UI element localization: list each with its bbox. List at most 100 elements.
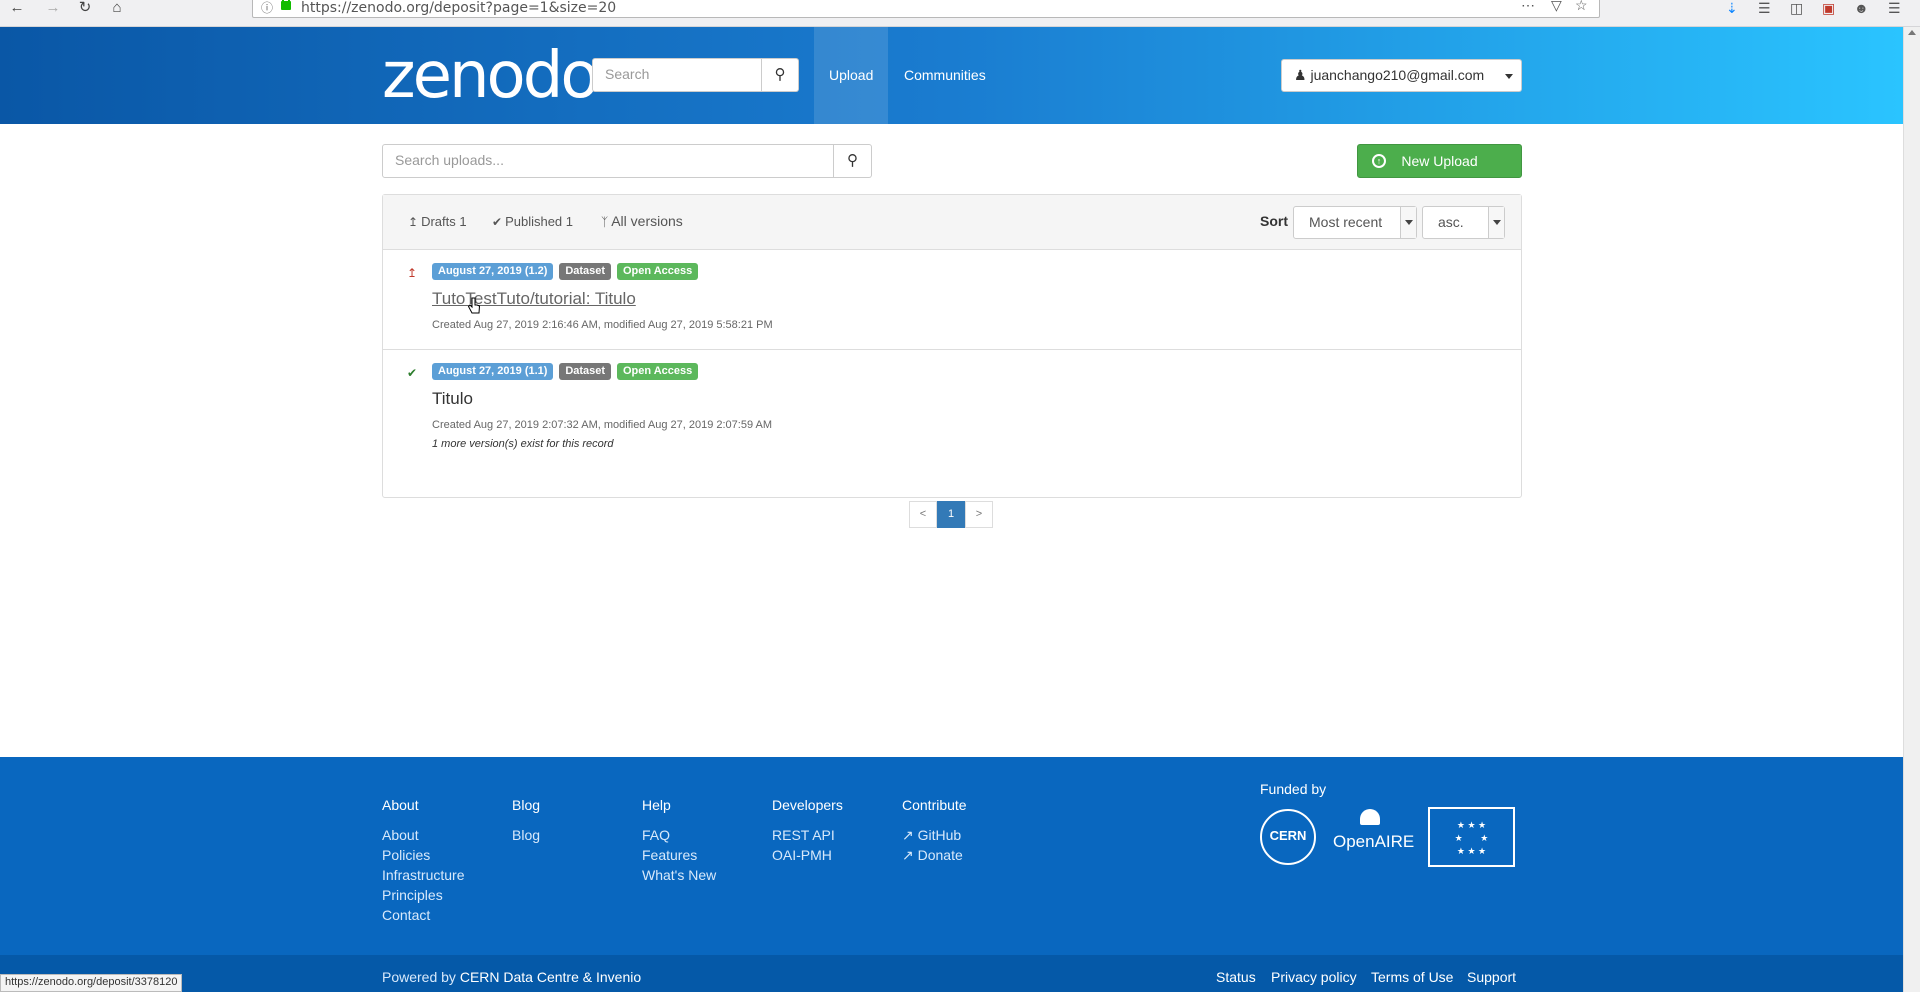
footer-link-faq[interactable]: FAQ — [642, 825, 716, 845]
sort-order-value: asc. — [1438, 214, 1464, 230]
back-icon[interactable]: ← — [6, 0, 28, 20]
sort-order-select[interactable]: asc. — [1422, 206, 1505, 239]
browser-toolbar: ← → ↻ ⌂ ⓘ https://zenodo.org/deposit?pag… — [0, 0, 1920, 27]
list-item: ✔ August 27, 2019 (1.1) Dataset Open Acc… — [383, 351, 1521, 497]
footer-column-developers: Developers REST API OAI-PMH — [772, 797, 843, 865]
upload-icon: ↥ — [407, 266, 418, 280]
info-icon[interactable]: ⓘ — [261, 0, 273, 16]
powered-by-prefix: Powered by — [382, 969, 456, 985]
version-date-badge: August 27, 2019 (1.2) — [432, 263, 554, 280]
access-badge: Open Access — [616, 363, 699, 380]
home-icon[interactable]: ⌂ — [106, 0, 128, 20]
footer-link-terms[interactable]: Terms of Use — [1371, 969, 1453, 985]
footer-link-status[interactable]: Status — [1216, 969, 1256, 985]
sort-by-select[interactable]: Most recent — [1293, 206, 1417, 239]
uploads-search-input[interactable]: Search uploads... — [382, 144, 834, 178]
footer-link-features[interactable]: Features — [642, 845, 716, 865]
zenodo-logo[interactable]: zenodo — [382, 41, 599, 111]
powered-by-link[interactable]: CERN Data Centre & Invenio — [460, 969, 641, 985]
funded-by-label: Funded by — [1260, 781, 1327, 797]
footer-column-blog: Blog Blog — [512, 797, 540, 845]
status-bar-url: https://zenodo.org/deposit/3378120 — [0, 974, 183, 992]
footer-link-whats-new[interactable]: What's New — [642, 865, 716, 885]
user-dropdown-toggle[interactable] — [1496, 59, 1522, 92]
external-link-icon: ↗ — [902, 847, 914, 863]
footer-link-policies[interactable]: Policies — [382, 845, 464, 865]
filter-drafts-label: Drafts 1 — [421, 214, 467, 229]
footer-link-rest-api[interactable]: REST API — [772, 825, 843, 845]
footer-link-oai-pmh[interactable]: OAI-PMH — [772, 845, 843, 865]
uploads-panel: ↥ Drafts 1 ✔ Published 1 ᛉ All versions Sor… — [382, 194, 1522, 498]
pagination-page-1[interactable]: 1 — [937, 501, 965, 528]
sidebar-icon[interactable]: ◫ — [1790, 0, 1803, 17]
filter-all-versions[interactable]: ᛉ All versions — [601, 213, 683, 229]
user-icon: ♟ — [1294, 67, 1307, 83]
check-icon: ✔ — [407, 366, 418, 380]
record-title-link[interactable]: TutoTestTuto/tutorial: Titulo — [432, 289, 636, 309]
uploads-panel-header: ↥ Drafts 1 ✔ Published 1 ᛉ All versions Sor… — [383, 195, 1521, 250]
openaire-logo[interactable]: OpenAIRE — [1333, 832, 1414, 852]
footer-link-github[interactable]: ↗ GitHub — [902, 825, 967, 845]
bookmark-star-icon[interactable]: ☆ — [1575, 0, 1588, 14]
record-title-link[interactable]: Titulo — [432, 389, 473, 409]
filter-drafts[interactable]: ↥ Drafts 1 — [408, 214, 467, 229]
footer-heading: Help — [642, 797, 671, 813]
pocket-icon[interactable]: ▽ — [1551, 0, 1562, 14]
reload-icon[interactable]: ↻ — [74, 0, 96, 20]
uploads-search-button[interactable]: ⚲ — [834, 144, 872, 178]
donate-label: Donate — [917, 847, 963, 863]
record-badges: August 27, 2019 (1.2) Dataset Open Acces… — [432, 263, 700, 280]
check-icon: ✔ — [492, 215, 503, 229]
footer-heading: Developers — [772, 797, 843, 813]
upload-icon: ↥ — [408, 215, 419, 229]
eu-flag-icon[interactable]: ★ ★ ★ ★ ★ ★ ★ ★ — [1428, 807, 1515, 867]
menu-icon[interactable]: ☰ — [1888, 0, 1901, 17]
pagination-next[interactable]: > — [965, 501, 993, 528]
footer-link-donate[interactable]: ↗ Donate — [902, 845, 967, 865]
address-bar[interactable]: ⓘ https://zenodo.org/deposit?page=1&size… — [252, 0, 1600, 18]
forward-icon[interactable]: → — [42, 0, 64, 20]
header-search-input[interactable]: Search — [592, 58, 762, 92]
site-footer: About About Policies Infrastructure Prin… — [0, 757, 1903, 992]
pagination-prev[interactable]: < — [909, 501, 937, 528]
filter-published-label: Published 1 — [505, 214, 574, 229]
access-badge: Open Access — [616, 263, 699, 280]
footer-link-principles[interactable]: Principles — [382, 885, 464, 905]
chevron-down-icon — [1488, 207, 1504, 238]
new-upload-label: New Upload — [1401, 153, 1478, 169]
account-icon[interactable]: ☻ — [1854, 0, 1869, 16]
search-icon: ⚲ — [774, 66, 786, 83]
record-meta: Created Aug 27, 2019 2:07:32 AM, modifie… — [432, 419, 773, 431]
footer-link-infrastructure[interactable]: Infrastructure — [382, 865, 464, 885]
new-upload-button[interactable]: ↑ New Upload — [1357, 144, 1522, 178]
powered-by: Powered by CERN Data Centre & Invenio — [382, 969, 641, 985]
nav-communities[interactable]: Communities — [889, 27, 1001, 124]
footer-link-support[interactable]: Support — [1467, 969, 1516, 985]
scroll-up-arrow-icon[interactable] — [1908, 30, 1916, 35]
footer-column-about: About About Policies Infrastructure Prin… — [382, 797, 464, 925]
footer-link-contact[interactable]: Contact — [382, 905, 464, 925]
vertical-scrollbar[interactable] — [1903, 27, 1920, 992]
library-icon[interactable]: ☰ — [1758, 0, 1771, 17]
more-icon[interactable]: ⋯ — [1521, 0, 1535, 14]
cern-logo[interactable]: CERN — [1260, 809, 1316, 865]
footer-heading: Blog — [512, 797, 541, 813]
record-versions-note[interactable]: 1 more version(s) exist for this record — [432, 438, 614, 450]
footer-heading: Contribute — [902, 797, 967, 813]
lock-icon — [281, 0, 291, 10]
footer-link-privacy[interactable]: Privacy policy — [1271, 969, 1357, 985]
download-icon[interactable]: ⇣ — [1726, 0, 1738, 17]
chevron-down-icon — [1400, 207, 1416, 238]
user-menu-button[interactable]: ♟ juanchango210@gmail.com — [1281, 59, 1498, 92]
resource-type-badge: Dataset — [559, 363, 612, 380]
nav-upload[interactable]: Upload — [814, 27, 889, 124]
user-email: juanchango210@gmail.com — [1310, 67, 1485, 83]
record-meta: Created Aug 27, 2019 2:16:46 AM, modifie… — [432, 319, 773, 331]
record-badges: August 27, 2019 (1.1) Dataset Open Acces… — [432, 363, 700, 380]
header-search-button[interactable]: ⚲ — [762, 58, 799, 92]
extension-icon[interactable]: ▣ — [1822, 0, 1835, 17]
hand-cursor-icon — [467, 297, 481, 314]
filter-published[interactable]: ✔ Published 1 — [492, 214, 573, 229]
footer-link-about[interactable]: About — [382, 825, 464, 845]
footer-link-blog[interactable]: Blog — [512, 825, 540, 845]
